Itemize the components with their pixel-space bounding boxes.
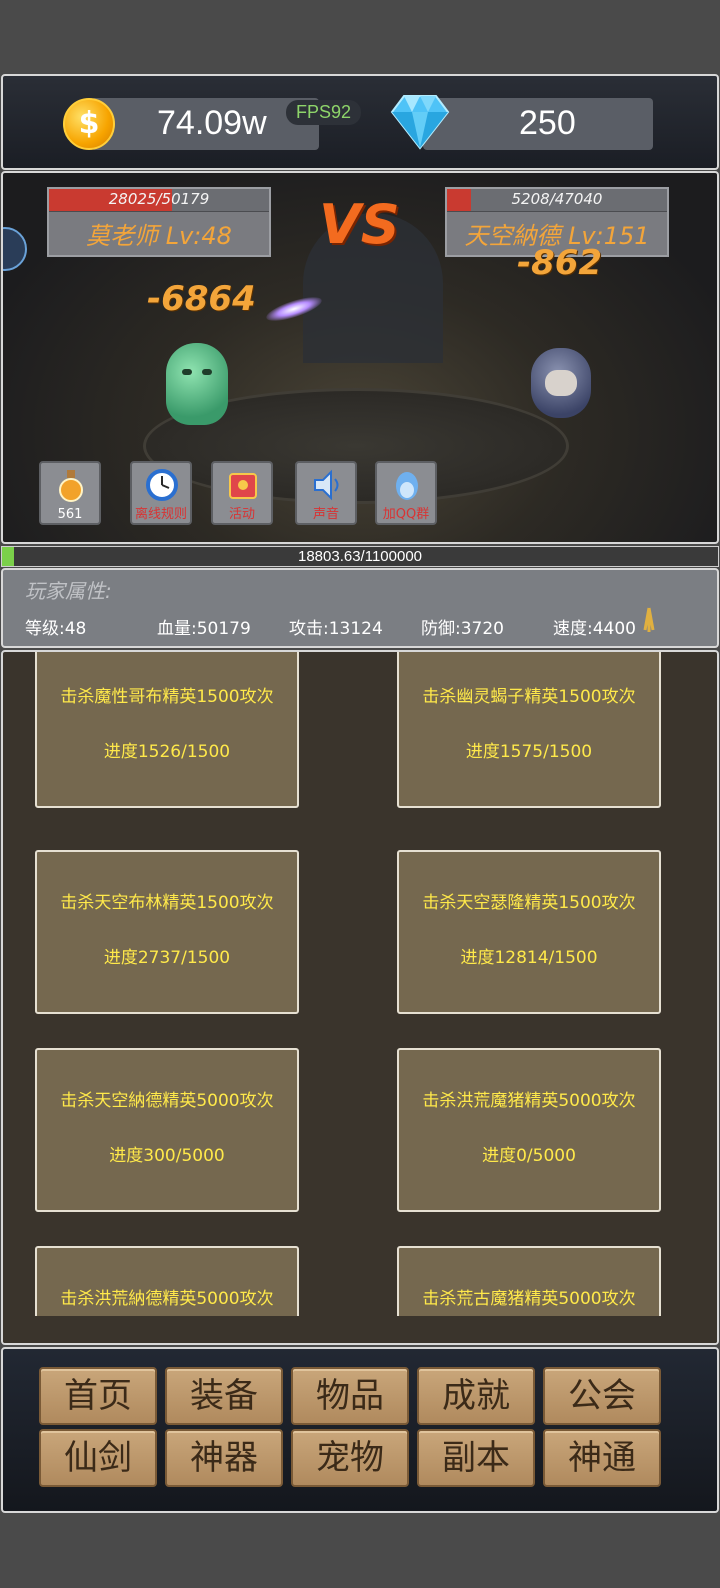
speaker-icon xyxy=(314,469,339,501)
quest-title: 击杀洪荒魔猪精英5000攻次 xyxy=(422,1091,636,1111)
quest-card[interactable]: 击杀天空布林精英1500攻次 进度2737/1500 xyxy=(35,850,299,1014)
clock-icon xyxy=(146,469,178,501)
speed-wings-icon xyxy=(643,607,655,632)
currency-bar: 74.09w $ FPS92 250 xyxy=(1,74,719,170)
gold-box: 74.09w xyxy=(91,98,319,150)
quest-card[interactable]: 击杀天空瑟隆精英1500攻次 进度12814/1500 xyxy=(397,850,661,1014)
stat-attack: 攻击:13124 xyxy=(289,619,383,639)
nav-achievements[interactable]: 成就 xyxy=(417,1367,535,1425)
gem-box: 250 xyxy=(423,98,653,150)
quest-progress: 进度0/5000 xyxy=(482,1146,576,1166)
gold-amount: 74.09w xyxy=(157,104,267,142)
quest-card[interactable]: 击杀幽灵蝎子精英1500攻次 进度1575/1500 xyxy=(397,652,661,808)
enemy-hp-bar: 5208/47040 xyxy=(447,189,667,212)
offline-rules-label: 离线规则 xyxy=(134,507,187,522)
experience-text: 18803.63/1100000 xyxy=(297,548,422,565)
gem-amount: 250 xyxy=(519,104,576,142)
potion-button[interactable]: 561 xyxy=(39,461,101,525)
quest-card[interactable]: 击杀洪荒魔猪精英5000攻次 进度0/5000 xyxy=(397,1048,661,1212)
quest-progress: 进度300/5000 xyxy=(109,1146,225,1166)
potion-count: 561 xyxy=(57,507,83,522)
player-hp-bar: 28025/50179 xyxy=(49,189,269,212)
join-qq-group-button[interactable]: 加QQ群 xyxy=(375,461,437,525)
player-attributes: 玩家属性: 等级:48 血量:50179 攻击:13124 防御:3720 速度… xyxy=(1,568,719,648)
experience-bar: 18803.63/1100000 xyxy=(1,546,719,567)
enemy-face xyxy=(545,370,577,396)
enemy-character xyxy=(531,348,591,418)
list-mask xyxy=(3,1316,717,1343)
player-eye xyxy=(182,369,192,375)
quest-title: 击杀洪荒納德精英5000攻次 xyxy=(60,1289,274,1309)
nav-equipment[interactable]: 装备 xyxy=(165,1367,283,1425)
gold-coin-icon: $ xyxy=(63,98,115,150)
player-eye xyxy=(202,369,212,375)
sound-button[interactable]: 声音 xyxy=(295,461,357,525)
join-qq-group-label: 加QQ群 xyxy=(382,507,430,522)
nav-guild[interactable]: 公会 xyxy=(543,1367,661,1425)
quest-title: 击杀天空納德精英5000攻次 xyxy=(60,1091,274,1111)
quest-card[interactable]: 击杀魔性哥布精英1500攻次 进度1526/1500 xyxy=(35,652,299,808)
nav-items[interactable]: 物品 xyxy=(291,1367,409,1425)
offline-rules-button[interactable]: 离线规则 xyxy=(130,461,192,525)
nav-home[interactable]: 首页 xyxy=(39,1367,157,1425)
activity-label: 活动 xyxy=(228,507,255,522)
nav-artifact[interactable]: 神器 xyxy=(165,1429,283,1487)
player-name: 莫老师 Lv:48 xyxy=(86,222,232,250)
nav-pets[interactable]: 宠物 xyxy=(291,1429,409,1487)
attributes-title: 玩家属性: xyxy=(25,579,112,603)
enemy-damage-number: -862 xyxy=(517,243,603,283)
nav-dungeon[interactable]: 副本 xyxy=(417,1429,535,1487)
quest-title: 击杀魔性哥布精英1500攻次 xyxy=(60,687,274,707)
fps-counter: FPS92 xyxy=(286,100,362,125)
battle-scene: 28025/50179 莫老师 Lv:48 VS 5208/47040 天空納德… xyxy=(1,171,719,544)
side-badge[interactable] xyxy=(3,227,27,271)
potion-icon xyxy=(59,470,83,502)
enemy-hp-text: 5208/47040 xyxy=(511,190,603,208)
quest-title: 击杀天空瑟隆精英1500攻次 xyxy=(422,893,636,913)
quest-title: 击杀幽灵蝎子精英1500攻次 xyxy=(422,687,636,707)
gift-icon xyxy=(229,473,257,499)
quest-card[interactable]: 击杀天空納德精英5000攻次 进度300/5000 xyxy=(35,1048,299,1212)
achievement-quest-list[interactable]: 击杀魔性哥布精英1500攻次 进度1526/1500 击杀幽灵蝎子精英1500攻… xyxy=(1,650,719,1345)
stat-hp: 血量:50179 xyxy=(157,619,251,639)
player-hp-text: 28025/50179 xyxy=(108,190,210,208)
stat-speed: 速度:4400 xyxy=(553,619,636,639)
vs-label: VS xyxy=(319,193,400,256)
quest-progress: 进度12814/1500 xyxy=(460,948,598,968)
player-character xyxy=(166,343,228,425)
stat-level: 等级:48 xyxy=(25,619,87,639)
quest-progress: 进度1526/1500 xyxy=(103,742,231,762)
quest-title: 击杀天空布林精英1500攻次 xyxy=(60,893,274,913)
sound-label: 声音 xyxy=(312,507,339,522)
activity-button[interactable]: 活动 xyxy=(211,461,273,525)
stat-defense: 防御:3720 xyxy=(421,619,504,639)
nav-immortal-sword[interactable]: 仙剑 xyxy=(39,1429,157,1487)
player-hp-card: 28025/50179 莫老师 Lv:48 xyxy=(47,187,271,257)
qq-penguin-icon xyxy=(396,472,418,500)
player-damage-number: -6864 xyxy=(147,279,256,319)
bottom-navigation: 首页 装备 物品 成就 公会 仙剑 神器 宠物 副本 神通 xyxy=(1,1347,719,1513)
nav-divine-power[interactable]: 神通 xyxy=(543,1429,661,1487)
quest-progress: 进度2737/1500 xyxy=(103,948,231,968)
quest-progress: 进度1575/1500 xyxy=(465,742,593,762)
diamond-icon xyxy=(390,95,450,150)
quest-title: 击杀荒古魔猪精英5000攻次 xyxy=(422,1289,636,1309)
